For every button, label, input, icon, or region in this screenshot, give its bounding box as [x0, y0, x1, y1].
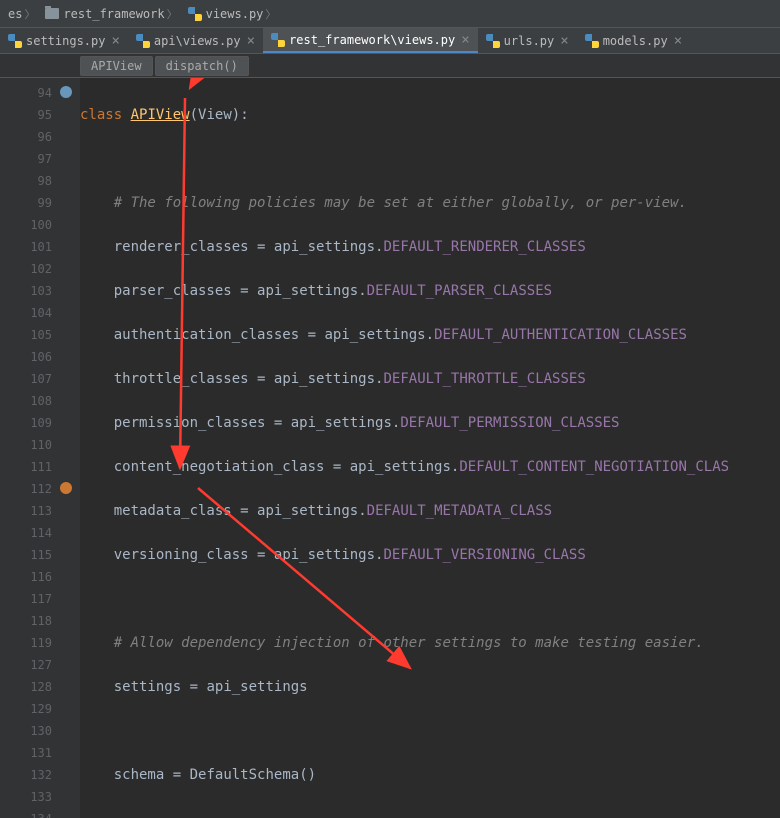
line-number: 130 [0, 720, 80, 742]
chevron-right-icon: 〉 [167, 6, 178, 22]
chevron-right-icon: 〉 [265, 6, 276, 22]
line-number: 101 [0, 236, 80, 258]
line-number: 119 [0, 632, 80, 654]
close-icon[interactable]: × [247, 33, 255, 49]
line-number: 114 [0, 522, 80, 544]
implement-icon[interactable] [60, 86, 72, 98]
tab-api-views[interactable]: api\views.py × [128, 28, 263, 53]
line-number: 107 [0, 368, 80, 390]
line-number: 104 [0, 302, 80, 324]
close-icon[interactable]: × [461, 32, 469, 48]
gutter: 94 95 96 97 98 99 100 101 102 103 104 10… [0, 78, 80, 818]
line-number: 113 [0, 500, 80, 522]
line-number: 117 [0, 588, 80, 610]
breadcrumb-folder[interactable]: rest_framework 〉 [41, 6, 183, 22]
line-number: 129 [0, 698, 80, 720]
line-number: 98 [0, 170, 80, 192]
line-number: 115 [0, 544, 80, 566]
context-bar: APIView dispatch() [0, 54, 780, 78]
line-number: 111 [0, 456, 80, 478]
folder-icon [45, 8, 59, 19]
tab-rest-framework-views[interactable]: rest_framework\views.py × [263, 28, 478, 53]
line-number: 105 [0, 324, 80, 346]
tab-urls[interactable]: urls.py × [478, 28, 577, 53]
override-icon[interactable] [60, 482, 72, 494]
line-number: 97 [0, 148, 80, 170]
line-number: 128 [0, 676, 80, 698]
chevron-right-icon: 〉 [24, 6, 35, 22]
line-number: 127 [0, 654, 80, 676]
line-number: 134 [0, 808, 80, 818]
breadcrumb: es 〉 rest_framework 〉 views.py 〉 [0, 0, 780, 28]
line-number: 106 [0, 346, 80, 368]
line-number: 112 [0, 478, 80, 500]
breadcrumb-file[interactable]: views.py 〉 [184, 6, 283, 22]
python-file-icon [8, 34, 22, 48]
line-number: 96 [0, 126, 80, 148]
line-number: 109 [0, 412, 80, 434]
line-number: 116 [0, 566, 80, 588]
line-number: 95 [0, 104, 80, 126]
line-number: 133 [0, 786, 80, 808]
line-number: 118 [0, 610, 80, 632]
python-file-icon [585, 34, 599, 48]
line-number: 99 [0, 192, 80, 214]
close-icon[interactable]: × [674, 33, 682, 49]
line-number: 102 [0, 258, 80, 280]
python-file-icon [188, 7, 202, 21]
python-file-icon [271, 33, 285, 47]
line-number: 108 [0, 390, 80, 412]
close-icon[interactable]: × [111, 33, 119, 49]
tab-settings[interactable]: settings.py × [0, 28, 128, 53]
line-number: 110 [0, 434, 80, 456]
code-area[interactable]: class APIView(View): # The following pol… [80, 78, 729, 818]
python-file-icon [136, 34, 150, 48]
line-number: 131 [0, 742, 80, 764]
python-file-icon [486, 34, 500, 48]
breadcrumb-segment[interactable]: es 〉 [4, 6, 41, 22]
line-number: 94 [0, 82, 80, 104]
line-number: 132 [0, 764, 80, 786]
tab-models[interactable]: models.py × [577, 28, 690, 53]
line-number: 100 [0, 214, 80, 236]
editor-tabs: settings.py × api\views.py × rest_framew… [0, 28, 780, 54]
context-method[interactable]: dispatch() [155, 56, 249, 76]
close-icon[interactable]: × [560, 33, 568, 49]
line-number: 103 [0, 280, 80, 302]
context-class[interactable]: APIView [80, 56, 153, 76]
editor: 94 95 96 97 98 99 100 101 102 103 104 10… [0, 78, 780, 818]
